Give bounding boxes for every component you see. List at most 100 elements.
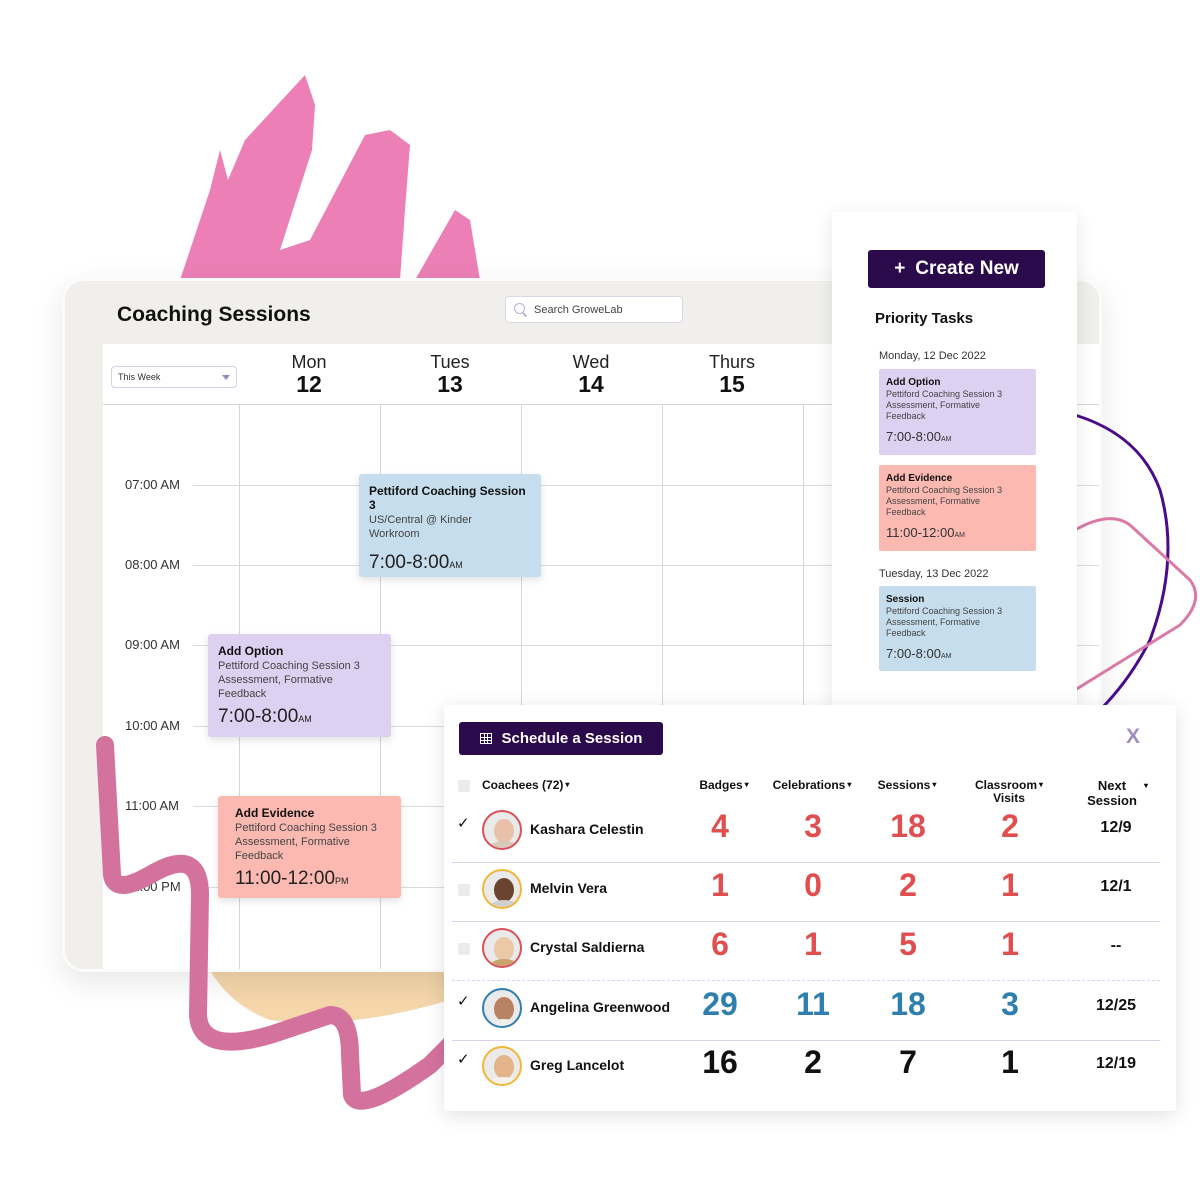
avatar <box>482 928 522 968</box>
column-header-badges[interactable]: Badges ▾ <box>694 778 754 792</box>
column-header-coachees[interactable]: Coachees (72) ▾ <box>482 778 569 792</box>
chevron-down-icon <box>222 374 230 380</box>
event-detail: Workroom <box>369 528 420 540</box>
task-time: 7:00-8:00AM <box>886 646 952 661</box>
search-placeholder: Search GroweLab <box>534 303 623 316</box>
calendar-event[interactable]: Add Evidence Pettiford Coaching Session … <box>218 796 401 898</box>
priority-task-card[interactable]: Add Evidence Pettiford Coaching Session … <box>879 465 1036 551</box>
coachee-name[interactable]: Greg Lancelot <box>530 1057 624 1073</box>
event-detail: Assessment, Formative <box>235 836 350 848</box>
badges-count: 16 <box>702 1044 738 1080</box>
task-time: 7:00-8:00AM <box>886 429 952 444</box>
avatar-body <box>489 841 519 848</box>
event-title: Pettiford Coaching Session 3 <box>369 484 526 512</box>
avatar <box>482 1046 522 1086</box>
sessions-count: 2 <box>899 867 917 903</box>
column-header-classroom-visits[interactable]: Classroom ▾ Visits <box>969 778 1049 805</box>
priority-task-card[interactable]: Session Pettiford Coaching Session 3 Ass… <box>879 586 1036 671</box>
priority-tasks-title: Priority Tasks <box>875 310 974 327</box>
sort-caret-icon: ▾ <box>565 780 570 789</box>
sort-caret-icon: ▾ <box>1039 780 1044 789</box>
avatar-body <box>489 900 519 907</box>
task-group-date: Tuesday, 13 Dec 2022 <box>879 568 989 580</box>
coachee-row[interactable]: Crystal Saldierna 6 1 5 1 -- <box>452 921 1160 979</box>
task-detail: Feedback <box>886 628 926 638</box>
next-session-date: 12/9 <box>1100 819 1132 836</box>
day-name: Thurs <box>708 352 755 372</box>
avatar-face <box>494 997 514 1021</box>
badges-count: 4 <box>711 808 729 844</box>
column-header-celebrations[interactable]: Celebrations ▾ <box>766 778 858 792</box>
time-label: 12:00 PM <box>125 879 181 894</box>
coachee-name[interactable]: Angelina Greenwood <box>530 999 670 1015</box>
select-all-checkbox[interactable] <box>458 780 470 792</box>
row-checkbox[interactable] <box>458 943 470 955</box>
celebrations-count: 1 <box>804 926 822 962</box>
week-range-value: This Week <box>118 372 161 382</box>
coachee-name[interactable]: Kashara Celestin <box>530 821 644 837</box>
sort-caret-icon: ▾ <box>1143 781 1148 790</box>
day-header-wed[interactable]: Wed 14 <box>531 352 651 398</box>
task-detail: Assessment, Formative <box>886 617 981 627</box>
search-icon <box>514 302 528 317</box>
celebrations-count: 2 <box>804 1044 822 1080</box>
day-number: 12 <box>296 371 322 397</box>
avatar-face <box>494 819 514 843</box>
task-detail: Feedback <box>886 507 926 517</box>
sort-caret-icon: ▾ <box>744 780 749 789</box>
day-number: 13 <box>437 371 463 397</box>
search-input[interactable]: Search GroweLab <box>505 296 683 323</box>
column-header-sessions[interactable]: Sessions ▾ <box>872 778 942 792</box>
event-time: 7:00-8:00AM <box>218 706 312 727</box>
day-name: Wed <box>572 352 610 372</box>
close-button[interactable]: X <box>1126 725 1140 749</box>
badges-count: 6 <box>711 926 729 962</box>
coachee-name[interactable]: Crystal Saldierna <box>530 939 644 955</box>
event-detail: Pettiford Coaching Session 3 <box>235 822 377 834</box>
day-number: 15 <box>719 371 745 397</box>
task-title: Add Option <box>886 377 941 388</box>
event-time: 7:00-8:00AM <box>369 552 463 573</box>
day-header-mon[interactable]: Mon 12 <box>249 352 369 398</box>
checkbox-checked[interactable]: ✓ <box>457 1050 470 1068</box>
calendar-event[interactable]: Pettiford Coaching Session 3 US/Central … <box>359 474 541 577</box>
page-title: Coaching Sessions <box>117 303 311 326</box>
coachee-row[interactable]: Melvin Vera 1 0 2 1 12/1 <box>452 862 1160 920</box>
next-session-date: 12/1 <box>1100 878 1132 895</box>
coachee-row[interactable]: ✓ Angelina Greenwood 29 11 18 3 12/25 <box>452 981 1160 1039</box>
coachee-row[interactable]: ✓ Kashara Celestin 4 3 18 2 12/9 <box>452 803 1160 861</box>
task-title: Session <box>886 594 925 605</box>
day-name: Tues <box>430 352 470 372</box>
priority-tasks-panel: + Create New Priority Tasks Monday, 12 D… <box>832 212 1077 707</box>
event-detail: Feedback <box>218 688 267 700</box>
event-title: Add Evidence <box>235 806 315 820</box>
coachee-row[interactable]: ✓ Greg Lancelot 16 2 7 1 12/19 <box>452 1039 1160 1097</box>
sessions-count: 18 <box>890 986 926 1022</box>
checkbox-checked[interactable]: ✓ <box>457 814 470 832</box>
coachee-name[interactable]: Melvin Vera <box>530 880 607 896</box>
sessions-count: 18 <box>890 808 926 844</box>
time-label: 10:00 AM <box>125 718 180 733</box>
avatar-face <box>494 937 514 961</box>
sort-caret-icon: ▾ <box>932 780 937 789</box>
row-checkbox[interactable] <box>458 884 470 896</box>
week-range-select[interactable]: This Week <box>111 366 237 388</box>
day-header-thurs[interactable]: Thurs 15 <box>672 352 792 398</box>
create-new-button[interactable]: + Create New <box>868 250 1045 288</box>
task-time: 11:00-12:00AM <box>886 525 965 540</box>
sessions-count: 5 <box>899 926 917 962</box>
task-detail: Pettiford Coaching Session 3 <box>886 389 1003 399</box>
schedule-session-button[interactable]: Schedule a Session <box>459 722 663 755</box>
calendar-event[interactable]: Add Option Pettiford Coaching Session 3 … <box>208 634 391 737</box>
event-detail: US/Central @ Kinder <box>369 514 472 526</box>
day-header-tues[interactable]: Tues 13 <box>390 352 510 398</box>
time-label: 11:00 AM <box>125 798 179 813</box>
next-session-date: 12/25 <box>1095 997 1137 1014</box>
priority-task-card[interactable]: Add Option Pettiford Coaching Session 3 … <box>879 369 1036 455</box>
next-session-date: 12/19 <box>1095 1055 1137 1072</box>
checkbox-checked[interactable]: ✓ <box>457 992 470 1010</box>
sort-caret-icon: ▾ <box>847 780 852 789</box>
avatar-face <box>494 1055 514 1079</box>
celebrations-count: 0 <box>804 867 822 903</box>
schedule-session-panel: Schedule a Session X Coachees (72) ▾ Badg… <box>444 705 1176 1111</box>
